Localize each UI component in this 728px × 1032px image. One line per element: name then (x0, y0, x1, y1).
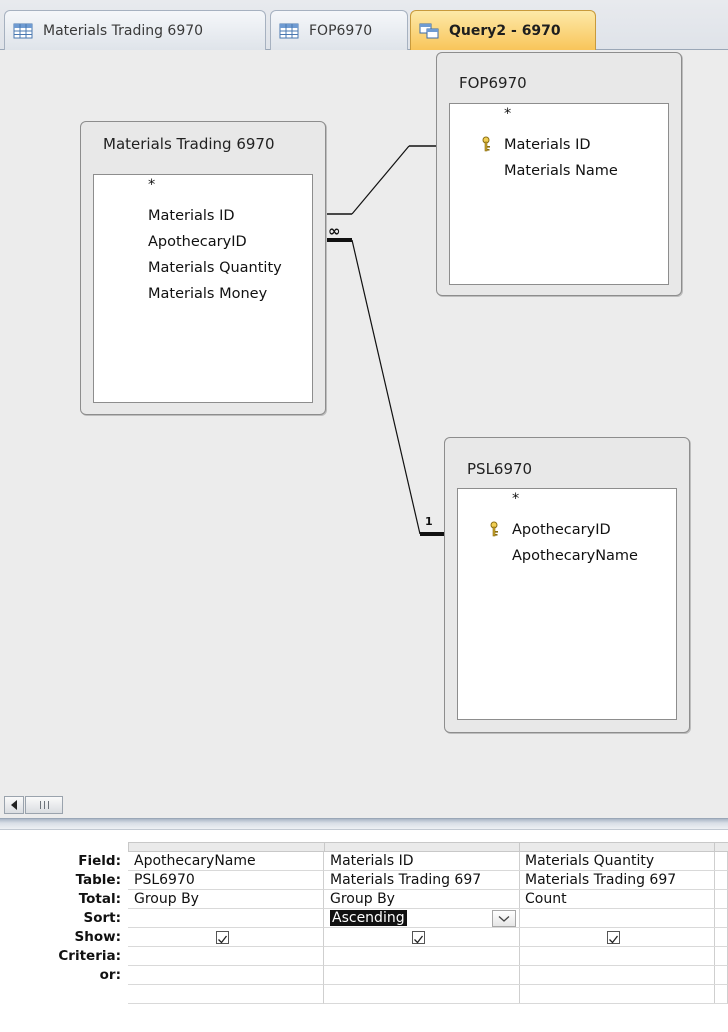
join-many-label: ∞ (328, 222, 341, 240)
cell-total[interactable]: Group By (128, 890, 324, 909)
canvas-horizontal-scrollbar[interactable] (0, 794, 728, 818)
cell-table[interactable]: PSL6970 (128, 871, 324, 890)
field-item[interactable]: * (458, 490, 676, 516)
cell-blank[interactable] (128, 985, 324, 1004)
tab-fop6970[interactable]: FOP6970 (270, 10, 408, 50)
cell-field[interactable]: Materials ID (324, 852, 520, 871)
sort-value: Ascending (330, 910, 407, 926)
cell-criteria[interactable] (128, 947, 324, 966)
cell-field[interactable]: Materials Quantity (519, 852, 715, 871)
join-one-label: 1 (425, 515, 433, 528)
cell-sort[interactable] (128, 909, 324, 928)
row-label-total: Total: (78, 891, 121, 907)
cell-show[interactable] (128, 928, 324, 947)
cell-blank[interactable] (714, 985, 728, 1004)
cell-total[interactable] (714, 890, 728, 909)
arrow-left-icon (11, 800, 17, 810)
pane-splitter[interactable] (0, 818, 728, 830)
checkmark-icon (609, 935, 619, 944)
primary-key-icon (482, 136, 490, 152)
cell-criteria[interactable] (714, 947, 728, 966)
field-item[interactable]: ApothecaryName (458, 543, 676, 569)
column-selector[interactable] (324, 842, 520, 852)
row-label-field: Field: (78, 853, 121, 869)
cell-table[interactable] (714, 871, 728, 890)
primary-key-icon (490, 521, 498, 537)
cell-criteria[interactable] (324, 947, 520, 966)
cell-or[interactable] (519, 966, 715, 985)
field-item[interactable]: ApothecaryID (94, 229, 312, 255)
table-title[interactable]: Materials Trading 6970 (81, 122, 325, 166)
table-icon (279, 23, 299, 38)
field-item[interactable]: ApothecaryID (458, 517, 676, 543)
cell-total[interactable]: Group By (324, 890, 520, 909)
cell-blank[interactable] (519, 985, 715, 1004)
field-item[interactable]: Materials ID (94, 203, 312, 229)
field-list: * Materials ID Materials Name (449, 103, 669, 285)
field-item[interactable]: Materials ID (450, 132, 668, 158)
field-item[interactable]: Materials Quantity (94, 255, 312, 281)
cell-or[interactable] (128, 966, 324, 985)
cell-show[interactable] (324, 928, 520, 947)
field-item[interactable]: Materials Money (94, 281, 312, 307)
tab-label: FOP6970 (309, 22, 373, 39)
cell-total[interactable]: Count (519, 890, 715, 909)
tab-label: Materials Trading 6970 (43, 22, 204, 39)
query-design-canvas: ∞ 1 Materials Trading 6970 * Materials I… (0, 50, 728, 794)
checkmark-icon (218, 935, 228, 944)
cell-blank[interactable] (324, 985, 520, 1004)
sort-dropdown-button[interactable] (492, 910, 516, 927)
cell-table[interactable]: Materials Trading 697 (519, 871, 715, 890)
tab-query2-6970[interactable]: Query2 - 6970 (410, 10, 596, 50)
grid-columns: ApothecaryName PSL6970 Group By Material… (128, 842, 728, 1032)
query-icon (419, 23, 439, 38)
checkmark-icon (414, 935, 424, 944)
cell-field[interactable] (714, 852, 728, 871)
cell-field[interactable]: ApothecaryName (128, 852, 324, 871)
field-item[interactable]: * (94, 176, 312, 202)
scroll-left-button[interactable] (4, 796, 24, 814)
row-label-or: or: (99, 967, 121, 983)
cell-or[interactable] (714, 966, 728, 985)
row-label-criteria: Criteria: (58, 948, 121, 964)
field-list-materials-trading-6970[interactable]: Materials Trading 6970 * Materials ID Ap… (80, 121, 326, 415)
grid-row-labels: Field: Table: Total: Sort: Show: Criteri… (0, 852, 128, 985)
query-design-grid: Field: Table: Total: Sort: Show: Criteri… (0, 830, 728, 1032)
show-checkbox[interactable] (412, 931, 425, 944)
column-selector[interactable] (714, 842, 728, 852)
cell-show[interactable] (714, 928, 728, 947)
cell-sort-selected[interactable]: Ascending (324, 909, 520, 928)
field-item[interactable]: * (450, 105, 668, 131)
show-checkbox[interactable] (607, 931, 620, 944)
field-item[interactable]: Materials Name (450, 158, 668, 184)
tab-label: Query2 - 6970 (449, 22, 561, 39)
tab-materials-trading-6970[interactable]: Materials Trading 6970 (4, 10, 266, 50)
row-label-sort: Sort: (83, 910, 121, 926)
scrollbar-thumb[interactable] (25, 796, 63, 814)
object-tab-strip: Materials Trading 6970 FOP6970 Query2 - … (0, 0, 728, 50)
column-selector[interactable] (519, 842, 715, 852)
field-list-psl6970[interactable]: PSL6970 * ApothecaryID ApothecaryName (444, 437, 690, 733)
cell-table[interactable]: Materials Trading 697 (324, 871, 520, 890)
cell-criteria[interactable] (519, 947, 715, 966)
cell-show[interactable] (519, 928, 715, 947)
column-selector[interactable] (128, 842, 325, 852)
field-list: * Materials ID ApothecaryID Materials Qu… (93, 174, 313, 403)
chevron-down-icon (498, 915, 510, 922)
field-list-fop6970[interactable]: FOP6970 * Materials ID Materials Name (436, 52, 682, 296)
field-list: * ApothecaryID ApothecaryName (457, 488, 677, 720)
cell-sort[interactable] (714, 909, 728, 928)
cell-or[interactable] (324, 966, 520, 985)
show-checkbox[interactable] (216, 931, 229, 944)
cell-sort[interactable] (519, 909, 715, 928)
table-icon (13, 23, 33, 38)
row-label-table: Table: (75, 872, 121, 888)
grip-icon (39, 801, 49, 809)
row-label-show: Show: (74, 929, 121, 945)
